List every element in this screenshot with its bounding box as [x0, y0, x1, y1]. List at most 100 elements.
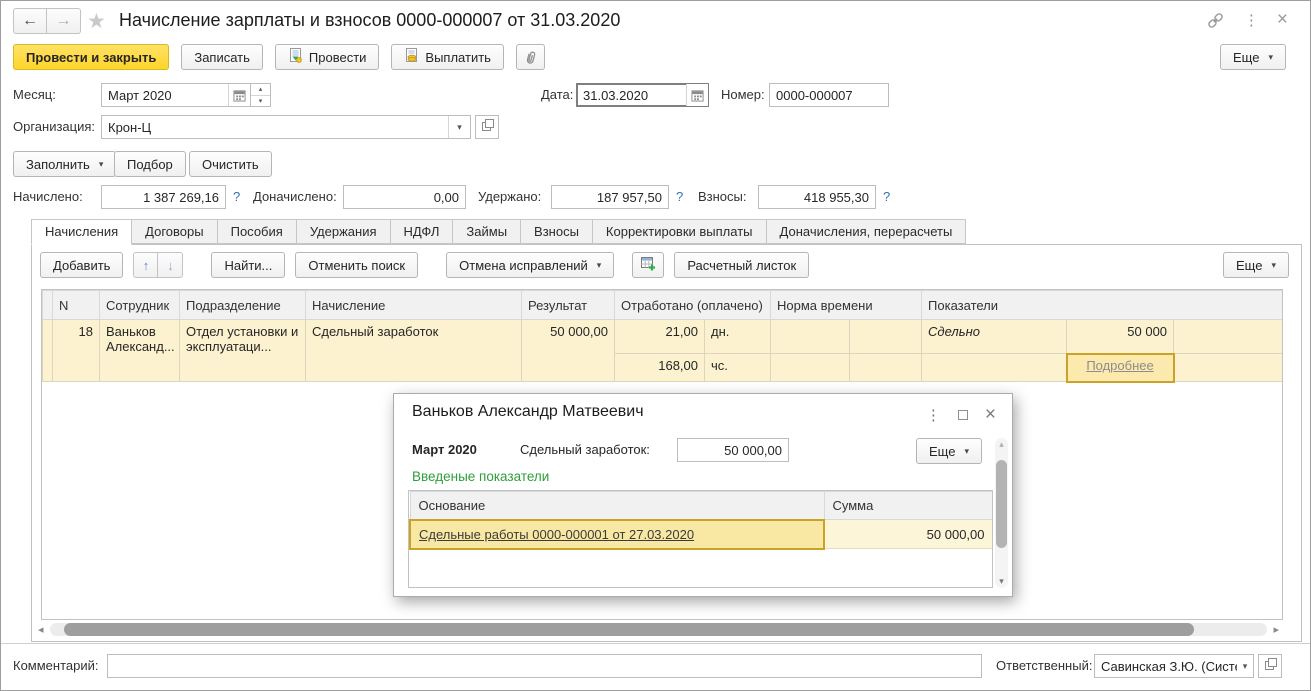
details-link[interactable]: Подробнее: [1086, 358, 1153, 373]
clear-button[interactable]: Очистить: [189, 151, 272, 177]
cell-norm-days-unit[interactable]: [849, 319, 923, 354]
cell-n[interactable]: 18: [52, 319, 100, 382]
post-button[interactable]: Провести: [274, 44, 380, 70]
horizontal-scrollbar[interactable]: [50, 623, 1267, 636]
attachments-button[interactable]: [515, 44, 545, 70]
find-button[interactable]: Найти...: [211, 252, 286, 278]
month-field[interactable]: Март 2020: [101, 83, 251, 107]
col-employee[interactable]: Сотрудник: [99, 290, 180, 320]
move-up-button[interactable]: ↑: [133, 252, 159, 278]
col-n[interactable]: N: [52, 290, 100, 320]
stepper-down-icon[interactable]: ▾: [251, 94, 270, 107]
piecework-field[interactable]: 50 000,00: [677, 438, 789, 462]
window-more-button[interactable]: Еще ▾: [1220, 44, 1286, 70]
favorite-star-icon[interactable]: ★: [87, 9, 106, 34]
col-indicators[interactable]: Показатели: [921, 290, 1282, 320]
cell-basis-selected[interactable]: Сдельные работы 0000-000001 от 27.03.202…: [409, 518, 825, 550]
col-department[interactable]: Подразделение: [179, 290, 306, 320]
cell-worked-days[interactable]: 21,00: [614, 319, 705, 354]
cell-norm-hours[interactable]: [770, 353, 851, 382]
indicators-grid[interactable]: Основание Сумма Сдельные работы 0000-000…: [408, 490, 993, 588]
date-field[interactable]: 31.03.2020: [576, 83, 709, 107]
calendar-icon[interactable]: [686, 84, 708, 106]
scroll-up-icon[interactable]: ▴: [995, 439, 1008, 450]
vertical-scroll-thumb[interactable]: [996, 460, 1007, 548]
col-result[interactable]: Результат: [521, 290, 615, 320]
pick-button[interactable]: Подбор: [114, 151, 186, 177]
withheld-field[interactable]: 187 957,50: [551, 185, 669, 209]
col-basis[interactable]: Основание: [409, 491, 825, 520]
cell-sum[interactable]: 50 000,00: [823, 519, 992, 549]
maximize-icon[interactable]: [957, 410, 968, 420]
tab-accruals[interactable]: Начисления: [31, 219, 133, 245]
get-link-icon[interactable]: [1205, 10, 1226, 31]
cell-indicator-extra-2[interactable]: [1173, 353, 1282, 382]
open-responsible-button[interactable]: [1258, 654, 1282, 678]
accrued-help-icon[interactable]: ?: [233, 189, 240, 204]
cancel-fixes-button[interactable]: Отмена исправлений ▾: [446, 252, 615, 278]
table-row[interactable]: 18 Ваньков Александ... Отдел установки и…: [42, 319, 1282, 382]
tab-benefits[interactable]: Пособия: [217, 219, 297, 244]
fill-button[interactable]: Заполнить ▾: [13, 151, 117, 177]
cell-details-selected[interactable]: Подробнее: [1065, 352, 1175, 383]
tab-deductions[interactable]: Удержания: [296, 219, 391, 244]
move-down-button[interactable]: ↓: [158, 252, 184, 278]
col-accrual[interactable]: Начисление: [305, 290, 522, 320]
tab-contributions[interactable]: Взносы: [521, 219, 593, 244]
basis-document-link[interactable]: Сдельные работы 0000-000001 от 27.03.202…: [419, 527, 694, 542]
extra-accrued-field[interactable]: 0,00: [343, 185, 466, 209]
grid-more-button[interactable]: Еще ▾: [1223, 252, 1289, 278]
stepper-up-icon[interactable]: ▴: [251, 84, 270, 95]
cell-department[interactable]: Отдел установки и эксплуатаци...: [179, 319, 306, 382]
contributions-help-icon[interactable]: ?: [883, 189, 890, 204]
organization-field[interactable]: Крон-Ц ▾: [101, 115, 471, 139]
cell-worked-days-unit[interactable]: дн.: [703, 319, 772, 354]
open-organization-button[interactable]: [475, 115, 499, 139]
tab-recalculations[interactable]: Доначисления, перерасчеты: [766, 219, 967, 244]
cell-norm-hours-unit[interactable]: [849, 353, 923, 382]
cell-result[interactable]: 50 000,00: [521, 319, 615, 382]
cell-indicator-name[interactable]: Сдельно: [921, 319, 1068, 354]
scroll-right-icon[interactable]: ▸: [1273, 624, 1279, 637]
dialog-more-icon[interactable]: ⋮: [926, 408, 941, 423]
close-icon[interactable]: ×: [1277, 9, 1288, 31]
cell-indicator-extra[interactable]: [1173, 319, 1282, 354]
tab-loans[interactable]: Займы: [453, 219, 522, 244]
cancel-search-button[interactable]: Отменить поиск: [295, 252, 419, 278]
dropdown-icon[interactable]: ▾: [1237, 655, 1253, 677]
tab-contracts[interactable]: Договоры: [132, 219, 218, 244]
cell-employee[interactable]: Ваньков Александ...: [99, 319, 180, 382]
add-row-button[interactable]: Добавить: [40, 252, 124, 278]
tab-payment-adjustments[interactable]: Корректировки выплаты: [592, 219, 767, 244]
forward-button[interactable]: →: [47, 8, 81, 34]
cell-indicator-value[interactable]: 50 000: [1066, 319, 1175, 354]
table-row[interactable]: Сдельные работы 0000-000001 от 27.03.202…: [409, 518, 992, 550]
dropdown-icon[interactable]: ▾: [448, 116, 470, 138]
month-stepper[interactable]: ▴ ▾: [251, 83, 271, 107]
show-indicators-button[interactable]: [632, 252, 665, 278]
cell-accrual[interactable]: Сдельный заработок: [305, 319, 522, 382]
cell-indicator-name-2[interactable]: [921, 353, 1068, 382]
col-norm[interactable]: Норма времени: [770, 290, 923, 320]
scroll-down-icon[interactable]: ▾: [995, 576, 1008, 587]
col-worked[interactable]: Отработано (оплачено): [613, 290, 772, 320]
post-and-close-button[interactable]: Провести и закрыть: [13, 44, 170, 70]
back-button[interactable]: ←: [13, 8, 47, 34]
accrued-field[interactable]: 1 387 269,16: [101, 185, 226, 209]
horizontal-scroll-thumb[interactable]: [64, 623, 1194, 636]
window-more-icon[interactable]: ⋮: [1244, 13, 1259, 28]
scroll-left-icon[interactable]: ◂: [38, 624, 44, 637]
calendar-icon[interactable]: [228, 84, 250, 106]
responsible-field[interactable]: Савинская З.Ю. (Системн ▾: [1094, 654, 1254, 678]
dialog-close-icon[interactable]: ×: [985, 404, 996, 426]
tab-ndfl[interactable]: НДФЛ: [390, 219, 454, 244]
cell-norm-days[interactable]: [770, 319, 851, 354]
payslip-button[interactable]: Расчетный листок: [674, 252, 810, 278]
save-button[interactable]: Записать: [181, 44, 263, 70]
col-sum[interactable]: Сумма: [823, 491, 992, 520]
dialog-vertical-scrollbar[interactable]: ▴ ▾: [995, 438, 1008, 588]
cell-worked-hours-unit[interactable]: чс.: [703, 353, 772, 382]
contributions-field[interactable]: 418 955,30: [758, 185, 876, 209]
withheld-help-icon[interactable]: ?: [676, 189, 683, 204]
comment-field[interactable]: [107, 654, 982, 678]
